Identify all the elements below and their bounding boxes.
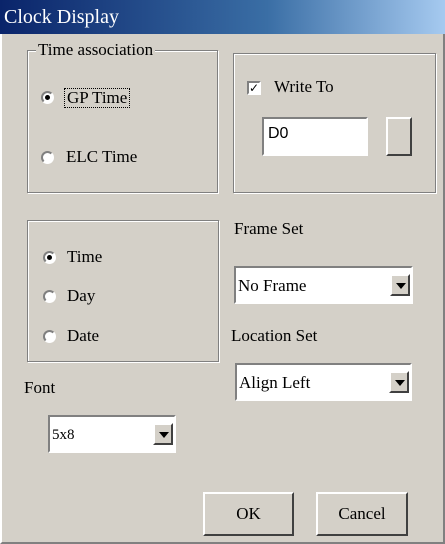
- display-mode-group: [27, 220, 219, 362]
- chevron-down-icon[interactable]: [153, 423, 173, 445]
- location-set-label: Location Set: [231, 326, 318, 345]
- day-label[interactable]: Day: [67, 286, 95, 306]
- gp-time-radio[interactable]: [41, 91, 54, 104]
- day-radio[interactable]: [43, 290, 56, 303]
- write-to-label[interactable]: Write To: [274, 77, 334, 97]
- radio-selected-dot: [47, 255, 52, 260]
- write-to-address-input[interactable]: D0: [262, 117, 368, 156]
- write-to-checkbox[interactable]: ✓: [247, 81, 261, 95]
- chevron-down-icon[interactable]: [390, 274, 410, 296]
- time-association-legend: Time association: [36, 40, 156, 59]
- location-set-select[interactable]: Align Left: [235, 363, 412, 401]
- cancel-button-label: Cancel: [338, 504, 386, 523]
- frame-set-select[interactable]: No Frame: [234, 266, 413, 304]
- ok-button[interactable]: OK: [203, 492, 294, 536]
- write-to-address-value: D0: [268, 125, 289, 142]
- gp-time-label[interactable]: GP Time: [64, 88, 131, 108]
- elc-time-label[interactable]: ELC Time: [66, 147, 137, 167]
- elc-time-radio[interactable]: [41, 151, 54, 164]
- time-association-group: [27, 50, 218, 193]
- frame-set-label: Frame Set: [234, 219, 304, 238]
- cancel-button[interactable]: Cancel: [316, 492, 408, 536]
- radio-selected-dot: [45, 95, 50, 100]
- time-label[interactable]: Time: [67, 247, 102, 267]
- frame-set-value: No Frame: [238, 276, 307, 295]
- address-browse-button[interactable]: [386, 117, 412, 156]
- font-label: Font: [24, 378, 56, 397]
- date-radio[interactable]: [43, 330, 56, 343]
- font-value: 5x8: [52, 427, 75, 443]
- date-label[interactable]: Date: [67, 326, 99, 346]
- ok-button-label: OK: [236, 504, 261, 523]
- chevron-down-icon[interactable]: [389, 371, 409, 393]
- time-radio[interactable]: [43, 251, 56, 264]
- window-title: Clock Display: [4, 6, 119, 28]
- location-set-value: Align Left: [239, 373, 311, 392]
- title-bar[interactable]: Clock Display: [0, 0, 445, 34]
- font-select[interactable]: 5x8: [48, 415, 176, 453]
